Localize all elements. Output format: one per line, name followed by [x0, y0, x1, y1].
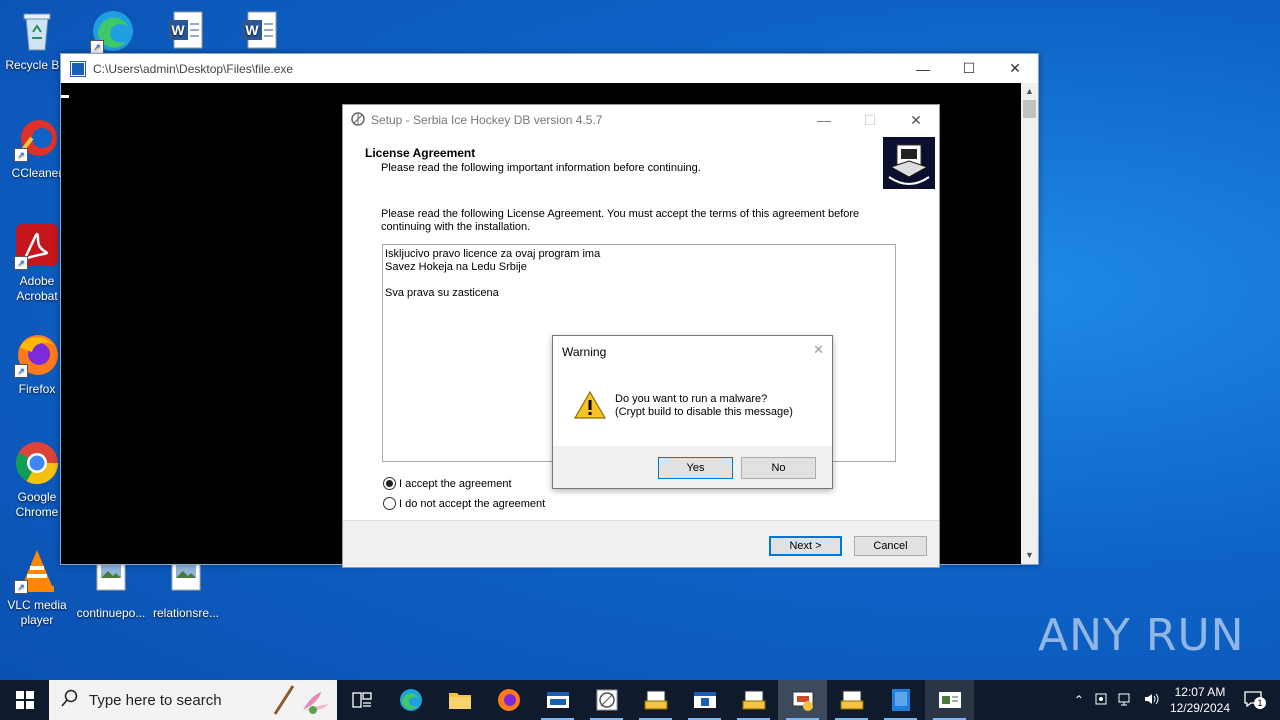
desktop-icon-label: VLC media player — [7, 598, 67, 627]
search-placeholder: Type here to search — [89, 691, 222, 709]
taskbar-installer-icon[interactable] — [729, 680, 778, 720]
section-title: License Agreement — [365, 146, 476, 160]
task-view-icon[interactable] — [337, 680, 386, 720]
taskbar-warning-window-icon[interactable] — [925, 680, 974, 720]
clock-date: 12/29/2024 — [1169, 701, 1230, 715]
warning-button-bar: Yes No — [553, 446, 832, 488]
license-line: Savez Hokeja na Ledu Srbije — [385, 261, 527, 273]
close-button[interactable]: ✕ — [893, 106, 939, 135]
adobe-acrobat-icon: ↗ — [14, 224, 60, 270]
warning-dialog[interactable]: Warning ✕ Do you want to run a malware? … — [552, 335, 833, 489]
desktop-icon-word-doc-2[interactable]: W — [222, 8, 296, 58]
taskbar: Type here to search ⌃ 12:07 AM 12/29/202… — [0, 680, 1280, 720]
desktop-icon-word-doc-1[interactable]: W — [148, 8, 222, 58]
notification-icon[interactable]: 1 — [1244, 690, 1272, 710]
maximize-button[interactable]: ☐ — [946, 54, 992, 83]
desktop-icon-continuepo[interactable]: continuepo... — [74, 556, 148, 621]
desktop-icon-edge[interactable]: ↗ — [76, 8, 150, 58]
taskbar-installer-icon[interactable] — [827, 680, 876, 720]
firefox-icon: ↗ — [14, 332, 60, 378]
close-button[interactable]: ✕ — [992, 54, 1038, 83]
svg-text:W: W — [245, 22, 259, 38]
console-cursor — [61, 95, 69, 98]
shortcut-arrow-icon: ↗ — [14, 256, 28, 270]
taskbar-console-icon[interactable] — [533, 680, 582, 720]
taskbar-blue-app-icon[interactable] — [876, 680, 925, 720]
radio-unselected-icon — [383, 497, 396, 510]
recycle-bin-icon — [14, 8, 60, 54]
shortcut-arrow-icon: ↗ — [14, 580, 28, 594]
tray-app-icon[interactable] — [1094, 692, 1108, 709]
taskbar-search-box[interactable]: Type here to search — [49, 680, 337, 720]
console-scrollbar[interactable]: ▲ ▼ — [1021, 83, 1038, 564]
maximize-button: ☐ — [863, 111, 877, 128]
taskbar-file-explorer-icon[interactable] — [435, 680, 484, 720]
yes-button[interactable]: Yes — [658, 457, 733, 479]
setup-button-bar: Next > Cancel — [343, 520, 939, 567]
ccleaner-icon: ↗ — [14, 116, 60, 162]
warning-message: Do you want to run a malware? (Crypt bui… — [615, 393, 793, 419]
cancel-button[interactable]: Cancel — [854, 536, 927, 556]
anyrun-watermark: ANY RUN — [1038, 610, 1245, 661]
accept-radio[interactable]: I accept the agreement — [383, 477, 512, 490]
chevron-up-icon[interactable]: ⌃ — [1074, 693, 1084, 707]
clock-time: 12:07 AM — [1174, 685, 1226, 699]
warning-message-line: (Crypt build to disable this message) — [615, 406, 793, 418]
system-tray: ⌃ 12:07 AM 12/29/2024 1 — [1074, 680, 1280, 720]
taskbar-setup-icon[interactable] — [582, 680, 631, 720]
edge-icon: ↗ — [90, 8, 136, 54]
console-app-icon — [70, 60, 86, 77]
scroll-down-icon[interactable]: ▼ — [1021, 547, 1038, 564]
windows-logo-icon — [15, 691, 34, 709]
close-icon[interactable]: ✕ — [813, 342, 824, 358]
license-description: Please read the following License Agreem… — [381, 208, 860, 233]
scroll-thumb[interactable] — [1023, 100, 1036, 118]
taskbar-edge-icon[interactable] — [386, 680, 435, 720]
taskbar-window-icon[interactable] — [680, 680, 729, 720]
taskbar-firefox-icon[interactable] — [484, 680, 533, 720]
shortcut-arrow-icon: ↗ — [90, 40, 104, 54]
console-title: C:\Users\admin\Desktop\Files\file.exe — [93, 61, 294, 76]
network-icon[interactable] — [1118, 692, 1134, 709]
volume-icon[interactable] — [1144, 692, 1160, 709]
radio-selected-icon — [383, 477, 396, 490]
installer-logo-icon — [883, 137, 935, 189]
word-document-icon: W — [236, 8, 282, 54]
taskbar-setup-active-icon[interactable] — [778, 680, 827, 720]
decline-radio[interactable]: I do not accept the agreement — [383, 497, 545, 510]
warning-title: Warning — [562, 345, 607, 359]
setup-app-icon — [351, 111, 365, 129]
notification-badge: 1 — [1254, 696, 1266, 709]
shortcut-arrow-icon: ↗ — [14, 148, 28, 162]
warning-message-line: Do you want to run a malware? — [615, 393, 768, 405]
search-icon — [61, 689, 79, 711]
next-button[interactable]: Next > — [769, 536, 842, 556]
chrome-icon — [14, 440, 60, 486]
search-highlight-icon — [263, 680, 333, 720]
start-button[interactable] — [0, 680, 49, 720]
taskbar-installer-icon[interactable] — [631, 680, 680, 720]
desktop-icon-relationsre[interactable]: relationsre... — [149, 556, 223, 621]
vlc-icon: ↗ — [14, 548, 60, 594]
minimize-button[interactable]: — — [801, 106, 847, 135]
desktop-icon-label: relationsre... — [152, 606, 220, 620]
section-subtitle: Please read the following important info… — [381, 162, 701, 174]
minimize-button[interactable]: — — [900, 54, 946, 83]
license-line: Sva prava su zasticena — [385, 287, 499, 299]
word-document-icon: W — [162, 8, 208, 54]
desktop-icon-label: continuepo... — [76, 606, 146, 620]
setup-titlebar[interactable]: Setup - Serbia Ice Hockey DB version 4.5… — [343, 105, 939, 135]
accept-label: I accept the agreement — [399, 477, 512, 490]
license-line — [385, 274, 893, 287]
no-button[interactable]: No — [741, 457, 816, 479]
scroll-up-icon[interactable]: ▲ — [1021, 83, 1038, 100]
console-titlebar[interactable]: C:\Users\admin\Desktop\Files\file.exe — … — [61, 54, 1038, 83]
clock[interactable]: 12:07 AM 12/29/2024 — [1170, 684, 1230, 716]
setup-title: Setup - Serbia Ice Hockey DB version 4.5… — [371, 113, 603, 127]
license-line: Iskljucivo pravo licence za ovaj program… — [385, 248, 601, 260]
shortcut-arrow-icon: ↗ — [14, 364, 28, 378]
svg-text:W: W — [171, 22, 185, 38]
decline-label: I do not accept the agreement — [399, 497, 546, 510]
warning-icon — [573, 390, 607, 425]
